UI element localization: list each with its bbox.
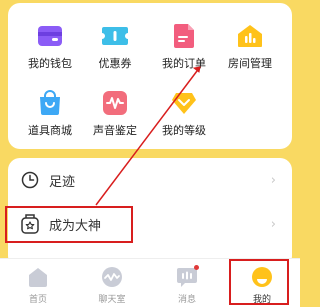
wallet-icon [33, 19, 67, 53]
annotation-box-mine-tab [229, 259, 289, 305]
shopping-bag-icon [33, 86, 67, 120]
list-label-footprint: 足迹 [49, 174, 76, 190]
grid-label-my-level: 我的等级 [162, 124, 206, 137]
quick-actions-card: 我的钱包 优惠券 我的订单 房间管理 道具商城 声音鉴定 我的等级 [8, 3, 292, 149]
chevron-right-icon: › [270, 216, 276, 232]
grid-label-room-management: 房间管理 [228, 57, 272, 70]
grid-label-coupons: 优惠券 [98, 57, 132, 70]
grid-label-orders: 我的订单 [162, 57, 206, 70]
tab-home[interactable]: 首页 [8, 265, 68, 305]
grid-item-wallet[interactable]: 我的钱包 [15, 19, 85, 79]
level-diamond-icon [167, 86, 201, 120]
grid-label-props-store: 道具商城 [28, 124, 72, 137]
chatroom-wave-icon [100, 265, 124, 289]
grid-label-wallet: 我的钱包 [28, 57, 72, 70]
tab-label-home: 首页 [28, 295, 47, 305]
grid-item-room-management[interactable]: 房间管理 [215, 19, 285, 79]
list-item-footprint[interactable]: 足迹 › [8, 158, 292, 202]
room-management-icon [233, 19, 267, 53]
tab-chatroom[interactable]: 聊天室 [82, 265, 142, 305]
voice-wave-icon [98, 86, 132, 120]
order-icon [167, 19, 201, 53]
notification-dot [194, 265, 199, 270]
annotation-box-become-god [5, 206, 133, 243]
grid-item-orders[interactable]: 我的订单 [149, 19, 219, 79]
coupon-icon [98, 19, 132, 53]
tab-label-messages: 消息 [177, 295, 196, 305]
tab-label-chatroom: 聊天室 [98, 295, 126, 305]
grid-label-voice-appraisal: 声音鉴定 [93, 124, 137, 137]
tab-messages[interactable]: 消息 [157, 265, 217, 305]
grid-item-voice-appraisal[interactable]: 声音鉴定 [80, 86, 150, 146]
grid-item-coupons[interactable]: 优惠券 [80, 19, 150, 79]
message-bubble-icon [175, 265, 199, 289]
grid-item-my-level[interactable]: 我的等级 [149, 86, 219, 146]
clock-icon [19, 169, 41, 191]
home-icon [26, 265, 50, 289]
chevron-right-icon: › [270, 172, 276, 188]
grid-item-props-store[interactable]: 道具商城 [15, 86, 85, 146]
